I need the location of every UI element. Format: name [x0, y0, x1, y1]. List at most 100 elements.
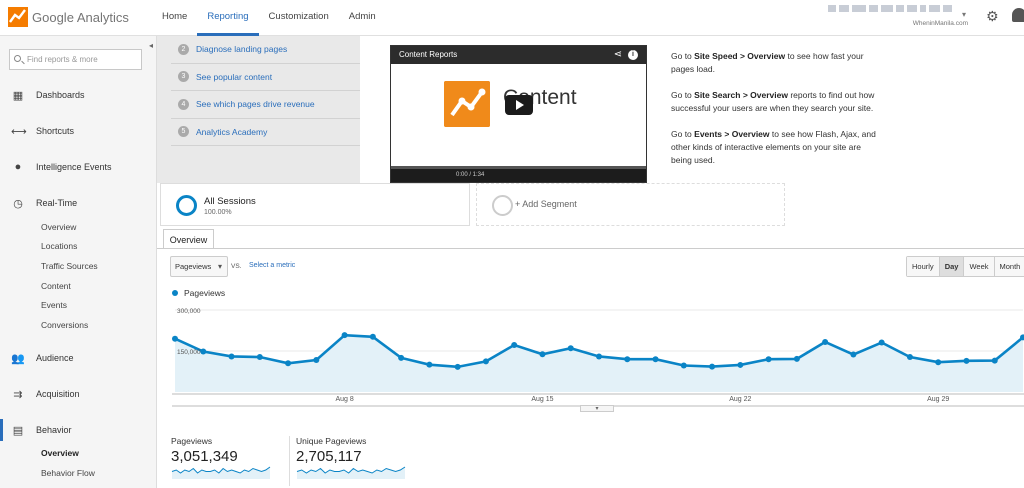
sidebar-sub-conversions[interactable]: Conversions	[41, 320, 88, 330]
sidebar-item-acquisition[interactable]: ⇉ Acquisition	[0, 383, 157, 405]
data-point	[454, 363, 461, 370]
interval-selector: Hourly Day Week Month	[906, 256, 1024, 277]
guide-link[interactable]: 4 See which pages drive revenue	[171, 91, 389, 119]
sidebar-item-label: Shortcuts	[36, 126, 75, 136]
search-input[interactable]: Find reports & more	[9, 49, 142, 70]
tip-site-search: Go to Site Search > Overview reports to …	[671, 90, 875, 113]
gear-icon[interactable]: ⚙	[986, 8, 999, 25]
scorecard-label: Pageviews	[171, 436, 213, 446]
segment-all-sessions[interactable]: All Sessions 100.00%	[160, 183, 470, 226]
sidebar-sub-behavior-flow[interactable]: Behavior Flow	[41, 468, 95, 478]
data-point	[596, 353, 602, 360]
interval-month-button[interactable]: Month	[994, 257, 1024, 276]
data-point	[511, 341, 518, 348]
sidebar-sub-events[interactable]: Events	[41, 300, 67, 310]
scorecard-unique-pageviews[interactable]: Unique Pageviews 2,705,117	[296, 436, 414, 486]
x-tick-label: Aug 29	[927, 396, 949, 403]
pageviews-sparkline	[171, 466, 271, 479]
data-point	[369, 333, 376, 340]
behavior-layout-icon: ▤	[12, 424, 24, 437]
data-point	[624, 356, 631, 363]
guide-link-label: Analytics Academy	[196, 126, 268, 137]
notification-bell-icon[interactable]	[1012, 8, 1024, 22]
data-point	[341, 332, 348, 339]
data-point	[878, 339, 885, 346]
sidebar-item-label: Real-Time	[36, 198, 78, 208]
sidebar-sub-overview[interactable]: Overview	[41, 222, 76, 232]
data-point	[228, 353, 235, 360]
data-point	[709, 363, 716, 370]
interval-week-button[interactable]: Week	[964, 257, 995, 276]
nav-home[interactable]: Home	[152, 0, 197, 36]
guide-link[interactable]: 5 Analytics Academy	[171, 119, 389, 146]
sidebar-item-audience[interactable]: 👥 Audience	[0, 347, 157, 369]
add-segment-button[interactable]: + Add Segment	[476, 183, 785, 226]
sidebar-item-dashboards[interactable]: ▦ Dashboards	[0, 84, 157, 106]
nav-admin[interactable]: Admin	[339, 0, 386, 36]
sidebar-item-intelligence-events[interactable]: ● Intelligence Events	[0, 156, 157, 178]
video-area: Content Reports ⋖ i Content 0:00 / 1:34 …	[360, 36, 1024, 183]
sidebar-sub-behavior-overview[interactable]: Overview	[41, 448, 79, 458]
x-tick-label: Aug 8	[335, 396, 353, 403]
vs-label: VS.	[231, 263, 242, 270]
data-point	[935, 359, 942, 366]
sidebar-item-label: Behavior	[36, 425, 72, 435]
main-nav: Home Reporting Customization Admin	[152, 0, 386, 36]
collapse-sidebar-icon[interactable]: ◂	[146, 39, 156, 53]
brand-name: Google Analytics	[32, 9, 129, 25]
data-point	[793, 355, 800, 362]
acquisition-arrows-icon: ⇉	[13, 388, 23, 401]
scorecard-divider	[289, 436, 290, 486]
data-point	[256, 354, 263, 361]
metric-dropdown[interactable]: Pageviews	[170, 256, 228, 277]
analytics-logo-icon	[8, 7, 28, 27]
sparkline-area	[297, 467, 405, 479]
video-time: 0:00 / 1:34	[456, 172, 485, 178]
brand-logo[interactable]: Google Analytics	[8, 7, 129, 27]
account-selector[interactable]: WheninManila.com	[828, 5, 968, 27]
play-icon[interactable]	[505, 95, 533, 115]
data-point	[200, 348, 207, 355]
segment-title: All Sessions	[204, 196, 256, 207]
legend-marker	[172, 290, 178, 296]
sidebar-item-label: Acquisition	[36, 389, 80, 399]
sidebar-item-shortcuts[interactable]: ⟷ Shortcuts	[0, 120, 157, 142]
video-controls[interactable]: 0:00 / 1:34	[391, 166, 646, 182]
video-progress[interactable]	[391, 166, 646, 169]
sidebar-sub-traffic-sources[interactable]: Traffic Sources	[41, 261, 98, 271]
scorecard-pageviews[interactable]: Pageviews 3,051,349	[171, 436, 289, 486]
interval-hourly-button[interactable]: Hourly	[907, 257, 940, 276]
legend-label: Pageviews	[184, 288, 226, 298]
segment-circle-icon	[176, 195, 197, 216]
sidebar-item-behavior[interactable]: ▤ Behavior	[0, 419, 157, 441]
pageviews-chart[interactable]: 300,000 150,000 Aug 8 Aug 15 Aug 22 Aug 29	[157, 300, 1024, 412]
share-icon[interactable]: ⋖	[614, 49, 622, 61]
guide-link[interactable]: 3 See popular content	[171, 64, 389, 91]
chevron-down-icon[interactable]: ▾	[962, 10, 966, 19]
chart-resize-handle[interactable]: ▾	[580, 405, 614, 412]
sidebar-item-real-time[interactable]: ◷ Real-Time	[0, 192, 157, 214]
guide-panel: 2 Diagnose landing pages 3 See popular c…	[157, 36, 1024, 183]
select-metric-link[interactable]: Select a metric	[249, 262, 295, 269]
tip-events: Go to Events > Overview to see how Flash…	[671, 129, 876, 165]
analytics-logo-icon	[444, 81, 490, 127]
sidebar-sub-locations[interactable]: Locations	[41, 241, 77, 251]
info-icon[interactable]: i	[628, 50, 638, 60]
x-tick-label: Aug 15	[531, 396, 553, 403]
nav-customization[interactable]: Customization	[259, 0, 339, 36]
data-point	[737, 361, 744, 368]
sidebar-sub-content[interactable]: Content	[41, 281, 71, 291]
guide-link-label: See which pages drive revenue	[196, 99, 315, 110]
tab-overview[interactable]: Overview	[163, 229, 214, 249]
data-point	[963, 357, 970, 364]
sidebar-item-label: Audience	[36, 353, 74, 363]
data-point	[313, 357, 320, 364]
interval-day-button[interactable]: Day	[939, 257, 965, 276]
data-point	[482, 358, 489, 365]
guide-link[interactable]: 2 Diagnose landing pages	[171, 36, 389, 64]
y-tick-label: 300,000	[177, 308, 201, 315]
clock-icon: ◷	[13, 197, 23, 210]
nav-reporting[interactable]: Reporting	[197, 0, 259, 36]
video-player[interactable]: Content Reports ⋖ i Content 0:00 / 1:34	[390, 45, 647, 183]
lightbulb-icon: ●	[14, 161, 22, 173]
